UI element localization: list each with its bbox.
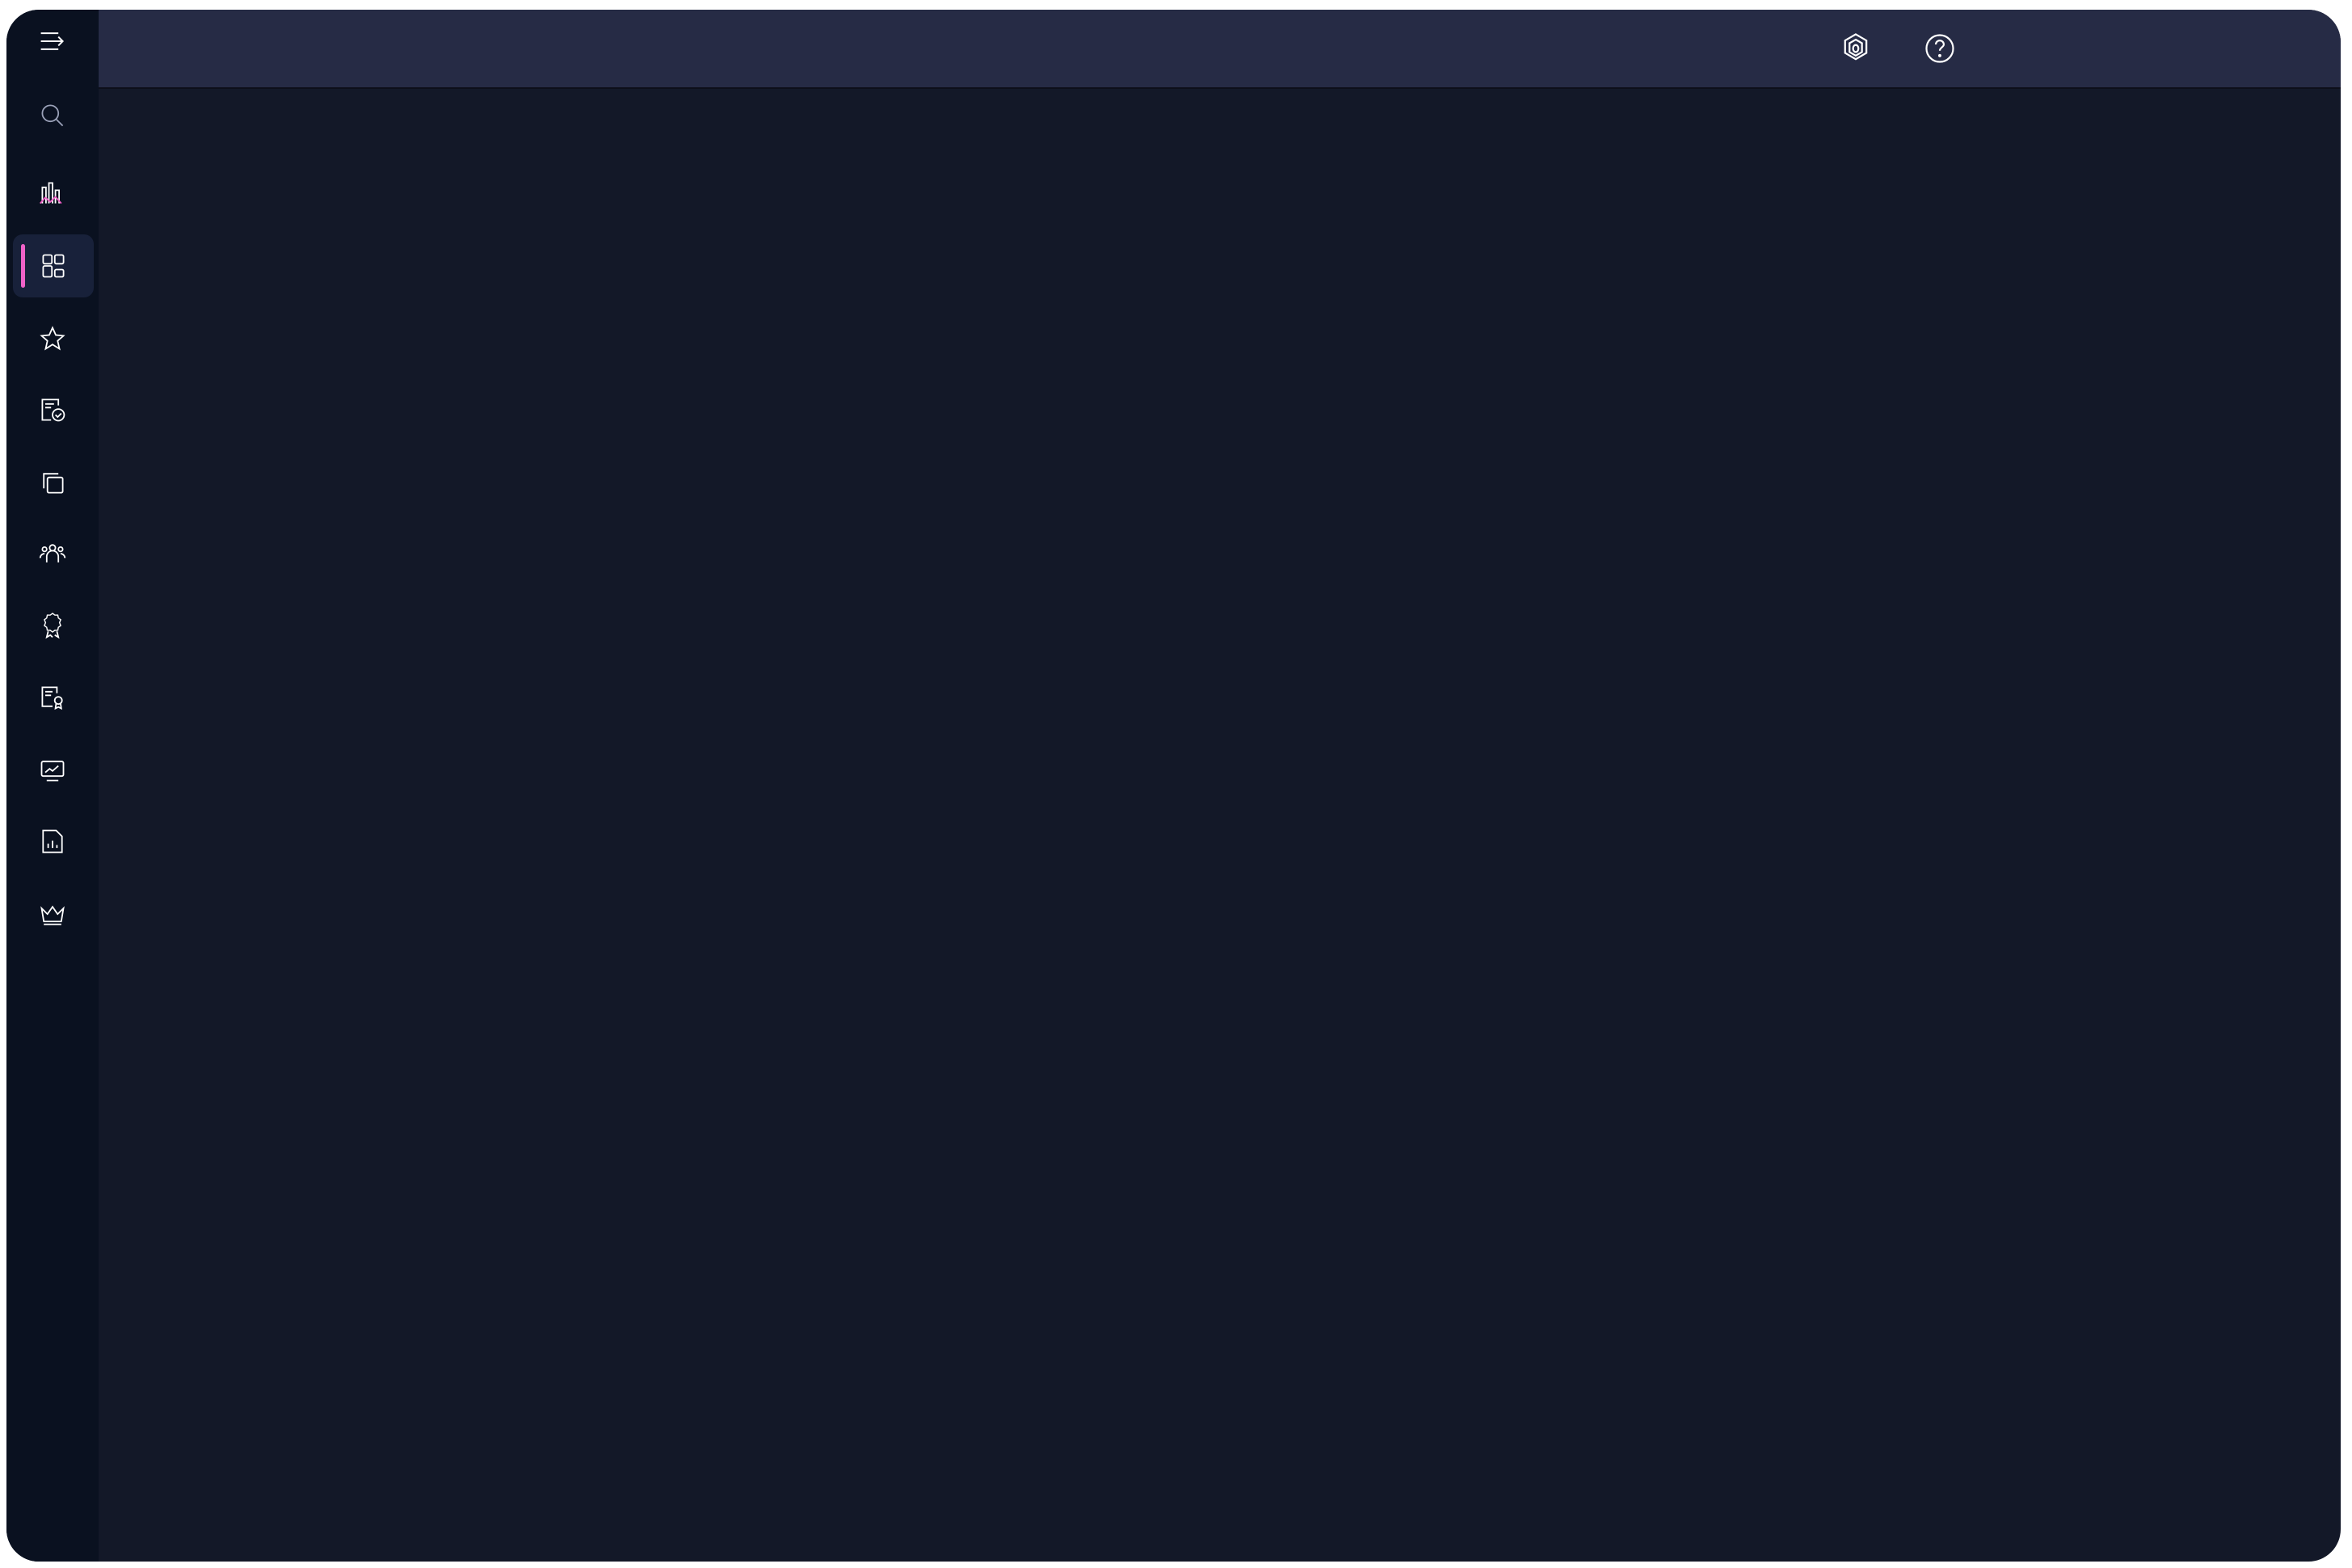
certification-icon: [41, 398, 65, 422]
sidebar-item-favorites[interactable]: [6, 307, 99, 370]
sidebar-item-search[interactable]: [6, 84, 99, 147]
sidebar-item-dashboard[interactable]: [13, 234, 94, 297]
crown-icon: [40, 905, 65, 925]
help-button[interactable]: [1919, 27, 1961, 70]
document-ribbon-icon: [41, 686, 63, 710]
users-group-icon: [39, 544, 66, 563]
sidebar-item-privileges[interactable]: [6, 594, 99, 657]
sidebar: [6, 10, 99, 1562]
app-window: [6, 10, 2341, 1562]
sidebar-menu-toggle[interactable]: [6, 10, 99, 73]
sidebar-item-users[interactable]: [6, 522, 99, 585]
dashboard-icon: [42, 254, 65, 278]
monitor-trend-icon: [40, 761, 65, 782]
sidebar-item-analytics[interactable]: [6, 162, 99, 225]
sidebar-item-monitoring[interactable]: [6, 739, 99, 802]
copy-windows-icon: [43, 473, 64, 494]
savi-assistant-button[interactable]: [1835, 27, 1877, 70]
sidebar-item-reviews[interactable]: [6, 666, 99, 729]
savi-assistant-icon: [1844, 33, 1868, 61]
menu-expand-icon: [40, 32, 65, 50]
search-icon: [41, 104, 64, 127]
badge-award-icon: [44, 612, 61, 639]
star-icon: [40, 326, 65, 351]
help-icon: [1925, 34, 1954, 63]
report-file-icon: [42, 829, 63, 854]
analytics-chart-icon: [40, 182, 62, 204]
sidebar-item-applications[interactable]: [6, 451, 99, 514]
sidebar-item-certifications[interactable]: [6, 378, 99, 441]
sidebar-item-reports[interactable]: [6, 810, 99, 873]
sidebar-item-admin[interactable]: [6, 883, 99, 946]
